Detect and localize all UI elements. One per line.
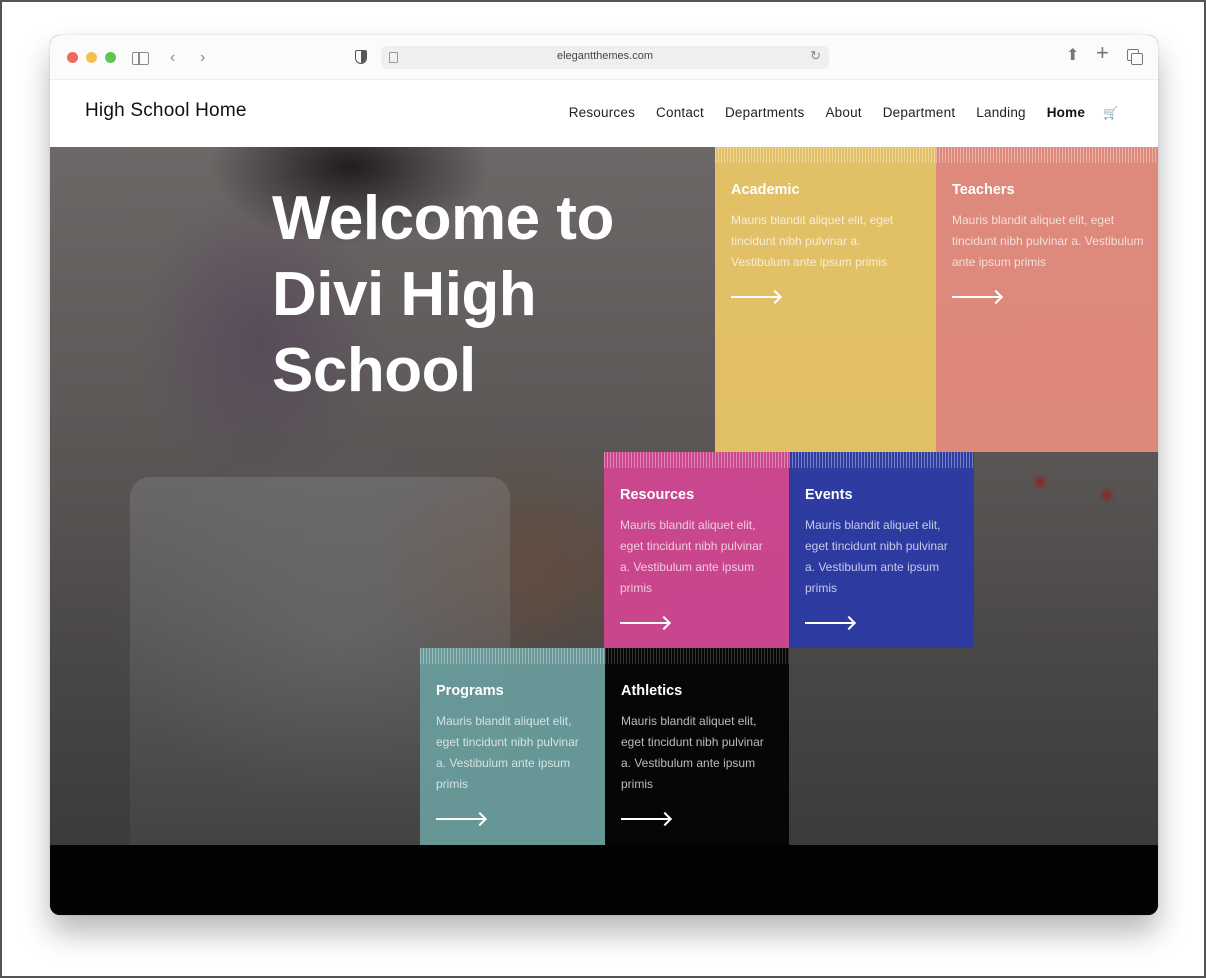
nav-item-contact[interactable]: Contact [656, 105, 704, 120]
tile-title: Teachers [952, 182, 1015, 198]
tile-academic[interactable]: Academic Mauris blandit aliquet elit, eg… [715, 147, 936, 452]
main-nav: Resources Contact Departments About Depa… [548, 105, 1118, 120]
nav-item-resources[interactable]: Resources [569, 105, 635, 120]
arrow-right-icon[interactable] [436, 813, 486, 825]
nav-item-home[interactable]: Home [1047, 105, 1085, 120]
arrow-right-icon[interactable] [805, 617, 855, 629]
back-icon[interactable]: ‹ [170, 48, 175, 68]
window-controls [67, 52, 116, 63]
privacy-shield-icon[interactable] [355, 50, 367, 64]
browser-window: ‹ › elegantthemes.com ↻ ⬆ + High School … [50, 35, 1158, 915]
tile-stripe [936, 147, 1158, 163]
browser-toolbar: ‹ › elegantthemes.com ↻ ⬆ + [50, 35, 1158, 80]
site-title[interactable]: High School Home [85, 100, 247, 122]
tabs-overview-icon[interactable] [1127, 49, 1143, 65]
hero-background-detail [1035, 477, 1045, 487]
site-header: High School Home Resources Contact Depar… [50, 80, 1158, 147]
tile-title: Programs [436, 683, 504, 699]
cart-icon[interactable]: 🛒 [1103, 106, 1118, 120]
reload-icon[interactable]: ↻ [810, 48, 821, 64]
nav-item-about[interactable]: About [825, 105, 861, 120]
tile-stripe [604, 452, 789, 468]
url-text[interactable]: elegantthemes.com [381, 50, 829, 62]
arrow-right-icon[interactable] [621, 813, 671, 825]
nav-item-landing[interactable]: Landing [976, 105, 1025, 120]
tile-stripe [605, 648, 789, 664]
tile-description: Mauris blandit aliquet elit, eget tincid… [436, 714, 579, 791]
tile-athletics[interactable]: Athletics Mauris blandit aliquet elit, e… [605, 648, 789, 845]
tile-description: Mauris blandit aliquet elit, eget tincid… [731, 213, 894, 269]
tile-description: Mauris blandit aliquet elit, eget tincid… [620, 518, 763, 595]
tile-title: Events [805, 487, 853, 503]
tile-events[interactable]: Events Mauris blandit aliquet elit, eget… [789, 452, 974, 648]
new-tab-icon[interactable]: + [1096, 42, 1109, 64]
hero-section: Welcome to Divi High School Academic Mau… [50, 147, 1158, 845]
tile-teachers[interactable]: Teachers Mauris blandit aliquet elit, eg… [936, 147, 1158, 452]
tile-title: Athletics [621, 683, 683, 699]
tile-title: Resources [620, 487, 695, 503]
tile-stripe [789, 452, 974, 468]
tile-stripe [715, 147, 936, 163]
address-bar[interactable]: elegantthemes.com ↻ [381, 46, 829, 69]
close-window-button[interactable] [67, 52, 78, 63]
tile-description: Mauris blandit aliquet elit, eget tincid… [952, 213, 1144, 269]
tile-programs[interactable]: Programs Mauris blandit aliquet elit, eg… [420, 648, 605, 845]
forward-icon[interactable]: › [200, 48, 205, 68]
arrow-right-icon[interactable] [952, 291, 1002, 303]
arrow-right-icon[interactable] [731, 291, 781, 303]
maximize-window-button[interactable] [105, 52, 116, 63]
tile-title: Academic [731, 182, 800, 198]
arrow-right-icon[interactable] [620, 617, 670, 629]
minimize-window-button[interactable] [86, 52, 97, 63]
tile-stripe [420, 648, 605, 664]
hero-title: Welcome to Divi High School [272, 184, 614, 405]
tile-resources[interactable]: Resources Mauris blandit aliquet elit, e… [604, 452, 789, 648]
footer-band [50, 845, 1158, 915]
sidebar-icon[interactable] [132, 52, 149, 65]
nav-item-departments[interactable]: Departments [725, 105, 804, 120]
tile-description: Mauris blandit aliquet elit, eget tincid… [805, 518, 948, 595]
nav-item-department[interactable]: Department [883, 105, 956, 120]
share-icon[interactable]: ⬆ [1066, 46, 1079, 66]
tile-description: Mauris blandit aliquet elit, eget tincid… [621, 714, 764, 791]
hero-background-detail [1102, 490, 1112, 500]
